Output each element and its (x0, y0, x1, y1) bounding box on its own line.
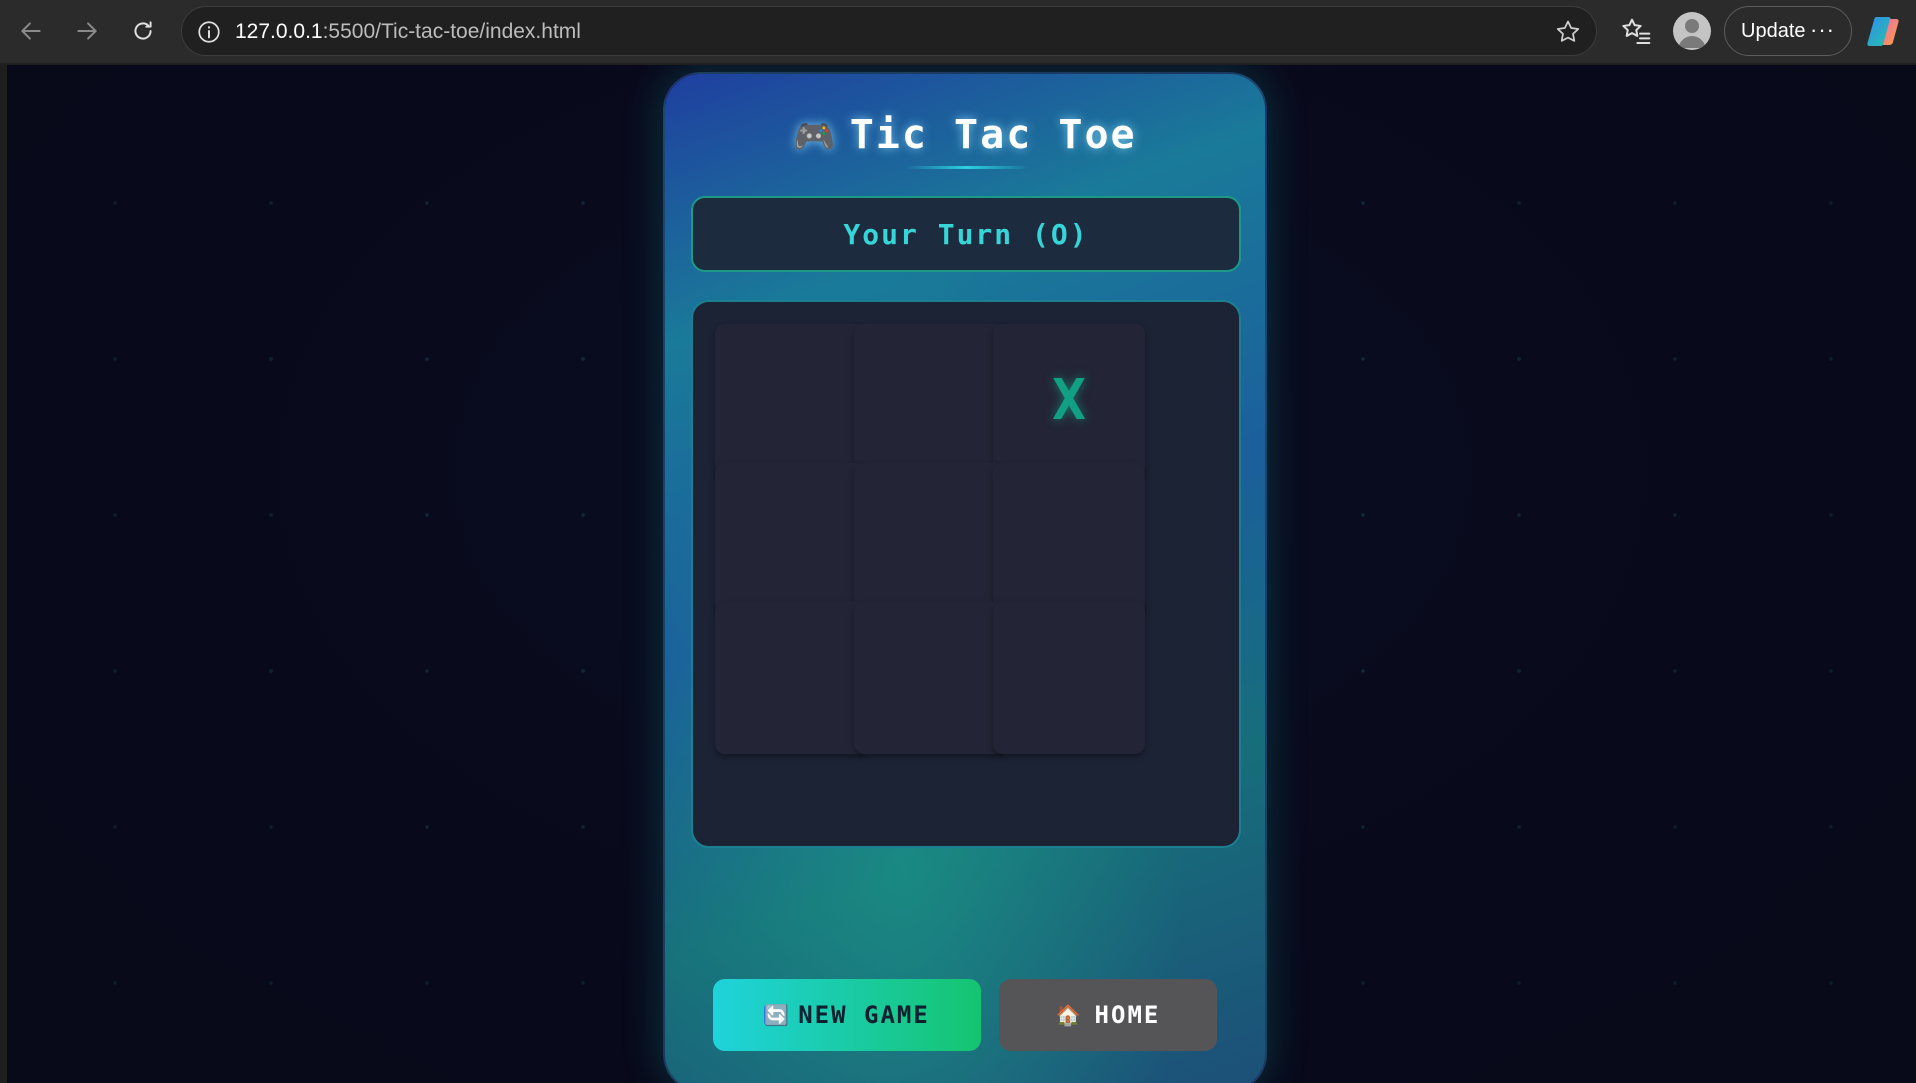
game-title: 🎮 Tic Tac Toe (665, 112, 1265, 158)
address-bar[interactable]: 127.0.0.1:5500/Tic-tac-toe/index.html (181, 6, 1597, 56)
home-label: HOME (1094, 1001, 1161, 1029)
reload-button[interactable] (123, 11, 163, 51)
url-host: 127.0.0.1 (235, 20, 323, 43)
turn-status: Your Turn (O) (691, 196, 1241, 272)
arrow-left-icon (21, 22, 41, 40)
info-icon[interactable] (196, 19, 222, 45)
update-label: Update (1741, 19, 1806, 42)
game-card: 🎮 Tic Tac Toe Your Turn (O) X 🔄 NEW GAME … (663, 72, 1267, 1083)
browser-toolbar: 127.0.0.1:5500/Tic-tac-toe/index.html Up… (0, 0, 1916, 63)
update-button[interactable]: Update ··· (1724, 6, 1852, 56)
url-path: :5500/Tic-tac-toe/index.html (322, 20, 581, 43)
board-cell-9[interactable] (993, 602, 1145, 754)
board-cell-8[interactable] (854, 602, 1006, 754)
profile-avatar[interactable] (1673, 12, 1711, 50)
board-cell-3[interactable]: X (993, 324, 1145, 476)
copilot-icon[interactable] (1866, 13, 1902, 49)
user-icon (1678, 19, 1706, 48)
board-cell-5[interactable] (854, 463, 1006, 615)
title-underline (905, 166, 1029, 169)
star-icon[interactable] (1554, 18, 1582, 46)
favorites-icon[interactable] (1620, 15, 1652, 47)
forward-button[interactable] (67, 11, 107, 51)
home-button[interactable]: 🏠 HOME (999, 979, 1217, 1051)
reload-icon (134, 21, 152, 40)
game-board: X (691, 300, 1241, 848)
board-cell-2[interactable] (854, 324, 1006, 476)
house-icon: 🏠 (1055, 1003, 1083, 1027)
board-cell-7[interactable] (715, 602, 867, 754)
gamepad-icon: 🎮 (793, 117, 838, 157)
new-game-label: NEW GAME (798, 1001, 930, 1029)
arrow-right-icon (77, 22, 97, 40)
more-options-icon[interactable]: ··· (1810, 17, 1835, 43)
refresh-icon: 🔄 (764, 1003, 792, 1027)
board-cell-6[interactable] (993, 463, 1145, 615)
game-title-text: Tic Tac Toe (849, 112, 1137, 158)
url-text[interactable]: 127.0.0.1:5500/Tic-tac-toe/index.html (235, 20, 581, 44)
board-cell-1[interactable] (715, 324, 867, 476)
board-cell-4[interactable] (715, 463, 867, 615)
back-button[interactable] (11, 11, 51, 51)
new-game-button[interactable]: 🔄 NEW GAME (713, 979, 981, 1051)
page-background: 🎮 Tic Tac Toe Your Turn (O) X 🔄 NEW GAME … (7, 65, 1916, 1083)
